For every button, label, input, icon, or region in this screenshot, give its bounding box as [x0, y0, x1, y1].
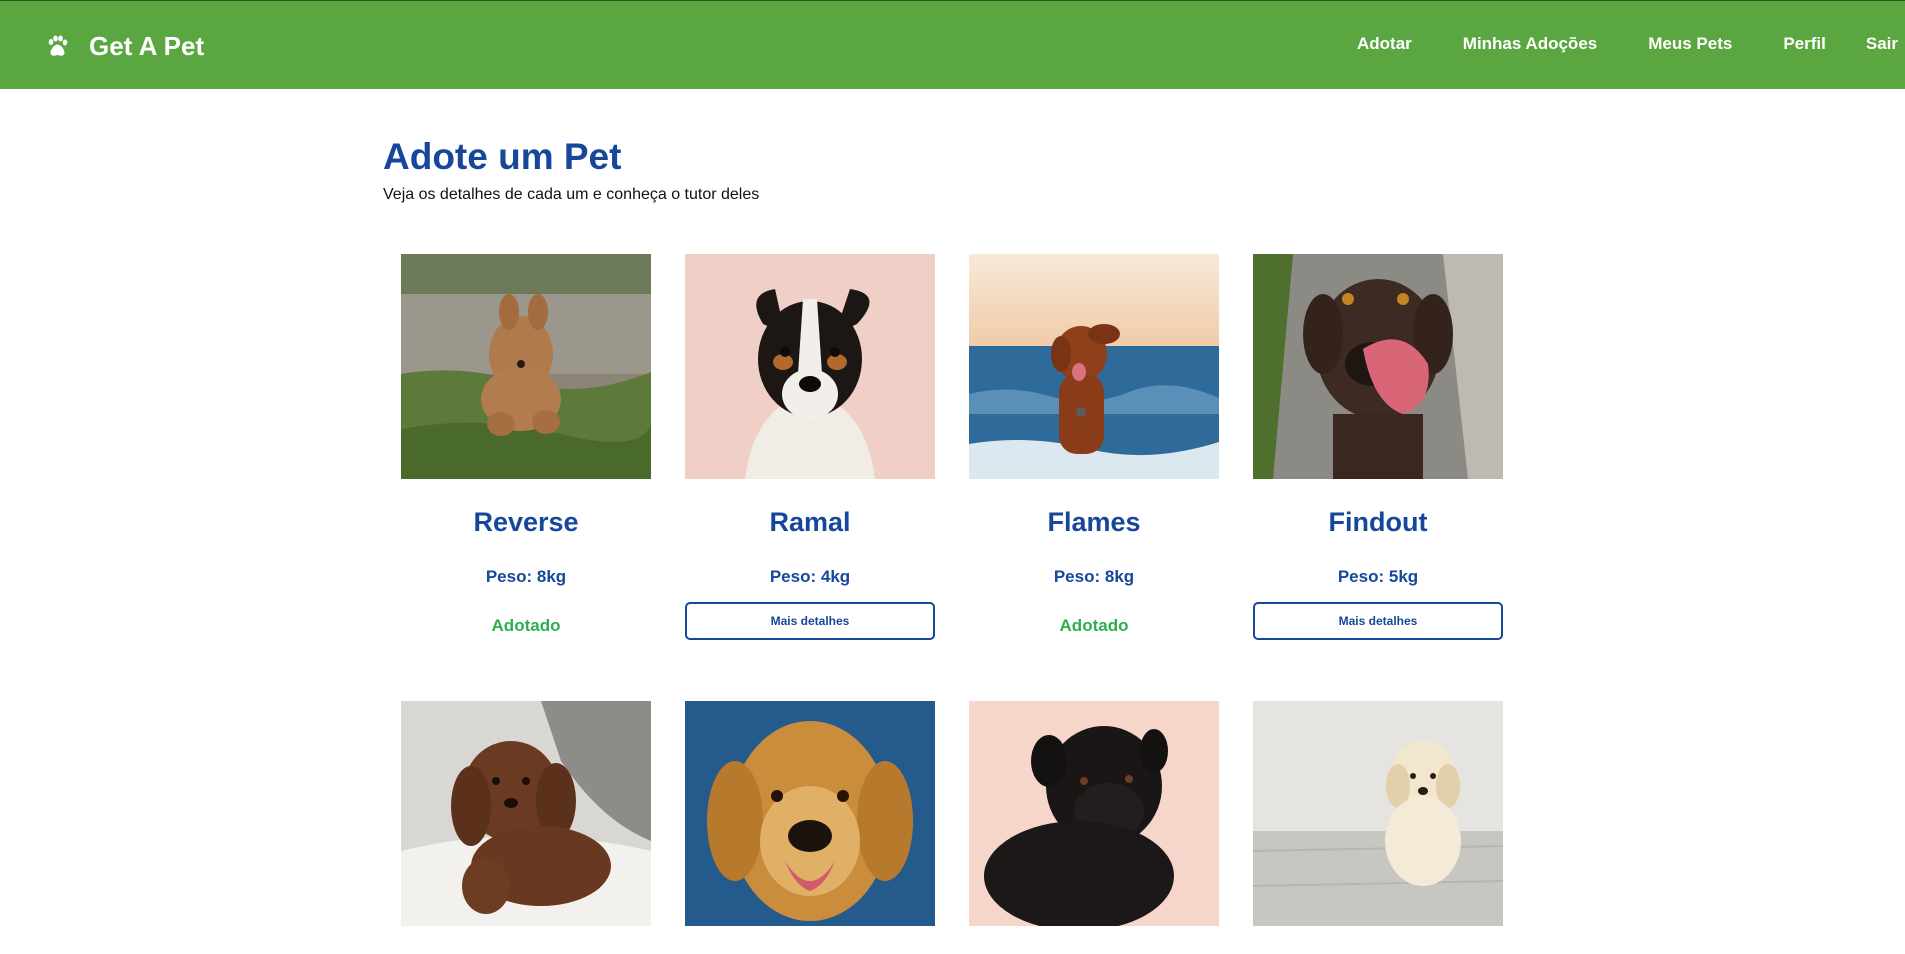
pet-name: Flames [1047, 507, 1141, 537]
pet-name: Ramal [769, 507, 851, 537]
pet-weight: Peso: 5kg [1337, 567, 1419, 586]
pet-name: Findout [1328, 507, 1428, 537]
paw-icon [48, 35, 68, 56]
details-button[interactable]: Mais detalhes [685, 602, 935, 640]
pet-weight: Peso: 8kg [485, 567, 567, 586]
pet-photo[interactable] [969, 701, 1219, 926]
nav-link-minhas-adocoes[interactable]: Minhas Adoções [1463, 34, 1597, 54]
pet-photo[interactable] [685, 701, 935, 926]
nav-links: Adotar Minhas Adoções Meus Pets Perfil S… [1357, 34, 1898, 54]
pet-status-adopted: Adotado [1059, 616, 1129, 635]
pet-status-adopted: Adotado [491, 616, 561, 635]
page-subtitle: Veja os detalhes de cada um e conheça o … [383, 186, 760, 203]
pet-photo[interactable] [401, 701, 651, 926]
pet-photo[interactable] [1253, 701, 1503, 926]
pet-weight: Peso: 4kg [769, 567, 851, 586]
details-button[interactable]: Mais detalhes [1253, 602, 1503, 640]
pet-photo[interactable] [1253, 254, 1503, 479]
brand-name: Get A Pet [89, 30, 205, 61]
pet-name: Reverse [473, 507, 579, 537]
nav-link-perfil[interactable]: Perfil [1783, 34, 1826, 54]
pet-photo[interactable] [969, 254, 1219, 479]
nav-link-sair[interactable]: Sair [1866, 34, 1898, 54]
pet-photo[interactable] [401, 254, 651, 479]
navbar: Get A Pet Adotar Minhas Adoções Meus Pet… [0, 0, 1905, 89]
brand-logo[interactable]: Get A Pet [45, 29, 204, 63]
nav-link-meus-pets[interactable]: Meus Pets [1648, 34, 1732, 54]
pet-photo[interactable] [685, 254, 935, 479]
pet-weight: Peso: 8kg [1053, 567, 1135, 586]
nav-link-adotar[interactable]: Adotar [1357, 34, 1412, 54]
page-title: Adote um Pet [383, 136, 622, 177]
